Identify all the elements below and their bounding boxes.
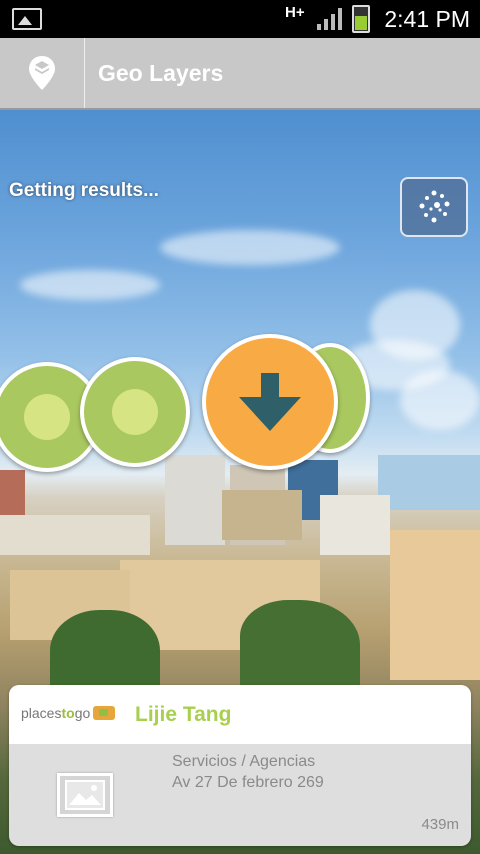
result-card[interactable]: places to go Lijie Tang Servicios / Agen… [9, 685, 471, 846]
gallery-notification-icon [12, 8, 42, 30]
place-thumbnail[interactable] [57, 773, 113, 817]
status-bar: H+ 2:41 PM [0, 0, 480, 38]
places-to-go-logo: places to go [21, 705, 116, 721]
result-card-header: places to go Lijie Tang [9, 685, 471, 744]
app-home-button[interactable] [0, 38, 85, 108]
radar-dots-icon [419, 190, 450, 223]
action-bar: Geo Layers [0, 38, 480, 110]
image-placeholder-icon [65, 780, 105, 810]
poi-marker-selected[interactable] [202, 334, 338, 470]
loading-status: Getting results... [9, 180, 159, 201]
app-title: Geo Layers [98, 60, 224, 86]
poi-marker[interactable] [80, 357, 190, 467]
layers-pin-icon [29, 56, 55, 90]
signal-icon [317, 8, 342, 30]
battery-icon [352, 5, 370, 33]
place-name[interactable]: Lijie Tang [135, 703, 231, 727]
arrow-down-icon [239, 373, 301, 431]
clock: 2:41 PM [384, 6, 470, 32]
place-distance: 439m [421, 816, 459, 833]
network-type: H+ [285, 4, 305, 21]
radar-button[interactable] [400, 177, 468, 237]
logo-badge-icon [93, 706, 116, 720]
place-address: Av 27 De febrero 269 [172, 774, 324, 791]
place-category: Servicios / Agencias [172, 753, 316, 770]
